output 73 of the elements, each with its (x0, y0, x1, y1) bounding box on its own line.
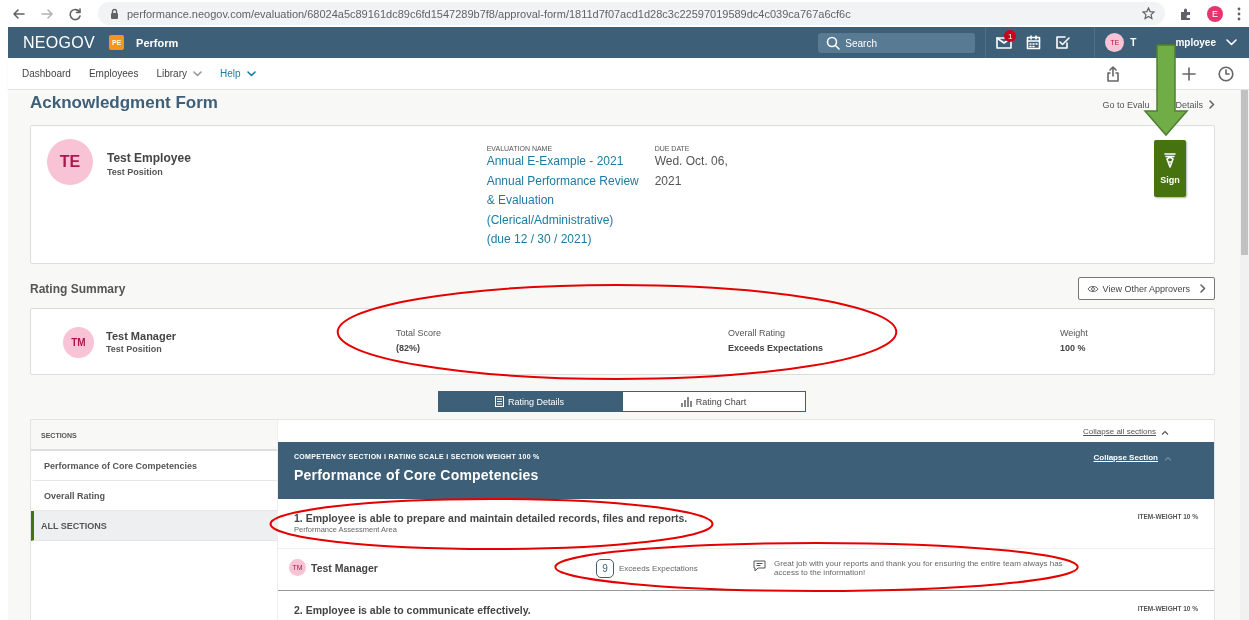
employee-avatar: TE (47, 139, 93, 185)
nav-link[interactable]: Library (156, 68, 202, 79)
stat-label: Total Score (396, 328, 443, 338)
user-name-text[interactable]: mployee (1175, 37, 1216, 48)
evaluation-name-link[interactable]: (due 12 / 30 / 2021) (486, 230, 655, 250)
due-date-text: Wed. Oct. 06, (654, 153, 729, 170)
rating-label: Exceeds Expectations (619, 564, 698, 573)
profile-avatar[interactable]: E (1207, 5, 1223, 22)
back-icon[interactable] (12, 6, 26, 21)
comment-text: Great job with your reports and thank you for ensuring the entire team always has access to the information! (774, 559, 1063, 577)
item-title: 1. Employee is able to prepare and maintain detailed records, files and reports. (294, 512, 688, 524)
chevron-right-icon (1200, 284, 1206, 293)
sign-button[interactable]: Sign (1154, 140, 1186, 197)
view-tab[interactable]: Rating Details (437, 391, 622, 412)
notification-badge: 1 (1004, 30, 1017, 42)
app-name: Perform (136, 36, 179, 49)
stat-value: (82%) (396, 343, 421, 353)
chevron-up-icon (1164, 456, 1172, 461)
employee-name: Test Employee (107, 151, 191, 165)
user-name-text[interactable]: T (1130, 37, 1137, 48)
due-date-text: 2021 (654, 172, 683, 190)
page-title: Acknowledgment Form (30, 93, 218, 113)
sidebar-item[interactable]: Performance of Core Competencies (31, 451, 277, 481)
stat-label: Weight (1060, 328, 1089, 338)
evaluation-name-link[interactable]: Annual Performance Review (486, 171, 655, 191)
stat-label: Overall Rating (728, 328, 787, 338)
pen-nib-icon (1164, 152, 1176, 169)
rater-name: Test Manager (311, 561, 378, 574)
stat-value: Exceeds Expectations (728, 343, 825, 353)
evaluation-name-link[interactable]: Annual E-Example - 2021 (486, 152, 655, 172)
nav-link[interactable]: Dashboard (22, 68, 71, 79)
view-approvers-button[interactable]: View Other Approvers (1077, 277, 1215, 300)
score-badge: 9 (596, 559, 614, 578)
search-icon (826, 35, 841, 50)
chevron-up-icon (1161, 430, 1169, 435)
url-text: performance.neogov.com/evaluation/68024a5c89161dc89c6fd1547289b7f8/approval-form/1811d7f07acd1d28c3c22597019589dc4c039ca767a6cf6c (127, 7, 851, 20)
section-title: Performance of Core Competencies (294, 467, 540, 483)
collapse-section-link[interactable]: Collapse Section (1093, 453, 1158, 462)
plus-icon[interactable] (1182, 66, 1196, 81)
chevron-down-icon[interactable] (1226, 39, 1237, 46)
task-checkbox-icon[interactable] (1055, 35, 1071, 50)
puzzle-icon[interactable] (1179, 6, 1193, 21)
employee-position: Test Position (107, 167, 164, 177)
list-doc-icon (495, 396, 504, 407)
evaluation-name-link[interactable]: (Clerical/Administrative) (486, 210, 655, 230)
section-heading: Rating Summary (30, 281, 126, 296)
view-tab[interactable]: Rating Chart (621, 391, 806, 412)
manager-name: Test Manager (106, 330, 177, 342)
bar-chart-icon (680, 396, 692, 407)
comment-icon (753, 560, 766, 572)
eye-icon (1086, 284, 1099, 293)
manager-avatar: TM (63, 327, 94, 358)
search-field[interactable]: Search (818, 33, 976, 53)
logo-text: NEOGOV (23, 33, 96, 52)
stat-value: 100 % (1060, 343, 1087, 353)
clock-icon[interactable] (1218, 65, 1234, 82)
nav-link[interactable]: Help (219, 68, 256, 79)
evaluation-details-link[interactable]: Go to Evalu (1102, 99, 1150, 110)
more-icon[interactable] (1237, 6, 1241, 21)
evaluation-details-link[interactable]: Details (1175, 99, 1203, 110)
lock-icon (110, 8, 119, 19)
chevron-right-icon[interactable] (1209, 100, 1215, 109)
address-bar[interactable]: performance.neogov.com/evaluation/68024a5c89161dc89c6fd1547289b7f8/approval-form/1811d7f07acd1d28c3c22597019589dc4c039ca767a6cf6c (98, 2, 1165, 25)
manager-position: Test Position (106, 344, 163, 354)
sidebar-item[interactable]: ALL SECTIONS (31, 511, 277, 541)
item-title: 2. Employee is able to communicate effectively. (294, 604, 531, 616)
evaluation-name-link[interactable]: & Evaluation (486, 191, 655, 211)
reload-icon[interactable] (68, 6, 82, 21)
calendar-icon[interactable] (1026, 35, 1042, 50)
star-icon[interactable] (1142, 7, 1155, 20)
share-icon[interactable] (1106, 65, 1120, 82)
nav-link[interactable]: Employees (88, 68, 139, 79)
collapse-all-link[interactable]: Collapse all sections (1083, 426, 1156, 436)
